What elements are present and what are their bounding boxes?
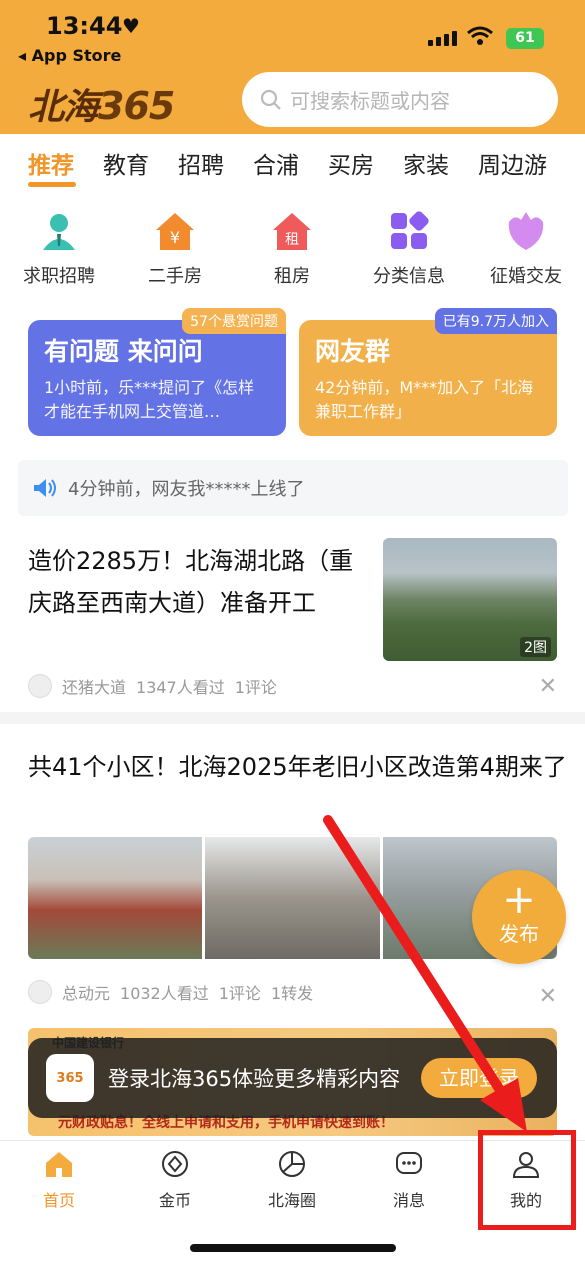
divider	[0, 712, 585, 724]
house-yuan-icon: ¥	[154, 210, 196, 252]
job-person-icon	[38, 210, 80, 252]
shortcut-label: 分类信息	[373, 266, 445, 287]
speaker-icon	[34, 479, 56, 497]
share-count: 1转发	[270, 984, 314, 1003]
heart-flower-icon	[505, 210, 547, 252]
netizen-group-card[interactable]: 已有9.7万人加入 网友群 42分钟前，M***加入了「北海兼职工作群」	[299, 308, 557, 436]
app-icon: 365	[46, 1054, 94, 1102]
home-indicator	[190, 1244, 396, 1252]
back-to-app-store[interactable]: ◂ App Store	[18, 46, 121, 65]
article-meta: 还猪大道 1347人看过 1评论	[28, 674, 277, 698]
status-time: 13:44	[46, 12, 123, 40]
tab-nearby-travel[interactable]: 周边游	[478, 146, 547, 180]
author-name: 总动元	[62, 984, 111, 1003]
article-image	[28, 837, 203, 959]
login-prompt-bar: 365 登录北海365体验更多精彩内容 立即登录	[28, 1038, 557, 1118]
article-image	[205, 837, 380, 959]
tab-hepu[interactable]: 合浦	[253, 146, 299, 180]
article-meta: 总动元 1032人看过 1评论 1转发	[28, 980, 313, 1004]
yuan-glyph: ¥	[170, 228, 180, 247]
search-icon	[260, 89, 281, 110]
tabbar-messages[interactable]: 消息	[354, 1149, 464, 1211]
publish-label: 发布	[499, 922, 539, 946]
active-tab-underline	[28, 182, 76, 187]
logo-number: 365	[98, 84, 175, 128]
ask-question-card[interactable]: 57个悬赏问题 有问题 来问问 1小时前，乐***提问了《怎样才能在手机网上交管…	[28, 308, 286, 436]
logo-text: 北海	[28, 87, 99, 128]
shortcut-second-hand-house[interactable]: ¥ 二手房	[120, 210, 230, 288]
card-description: 1小时前，乐***提问了《怎样才能在手机网上交管道…	[44, 378, 255, 421]
shortcut-label: 二手房	[148, 266, 202, 287]
search-input[interactable]: 可搜索标题或内容	[242, 72, 558, 127]
tabbar-beihai-circle[interactable]: 北海圈	[237, 1149, 347, 1211]
home-icon	[46, 1152, 72, 1177]
app-logo: 北海365	[28, 78, 175, 130]
notice-text: 4分钟前，网友我*****上线了	[68, 479, 305, 500]
tab-home-decor[interactable]: 家装	[403, 146, 449, 180]
tabbar-label: 消息	[392, 1191, 425, 1210]
card-title: 有问题 来问问	[44, 337, 203, 366]
online-notice: 4分钟前，网友我*****上线了	[18, 460, 568, 516]
shortcut-job[interactable]: 求职招聘	[4, 210, 114, 288]
app-icon-text: 365	[56, 1070, 84, 1086]
article-title[interactable]: 共41个小区！北海2025年老旧小区改造第4期来了	[28, 746, 568, 788]
dismiss-icon[interactable]: ✕	[539, 984, 557, 1009]
shortcut-classified[interactable]: 分类信息	[354, 210, 464, 288]
dismiss-icon[interactable]: ✕	[539, 674, 557, 699]
login-now-button[interactable]: 立即登录	[421, 1058, 537, 1098]
rent-glyph: 租	[285, 232, 299, 248]
author-name: 还猪大道	[62, 678, 127, 697]
tabbar-coins[interactable]: 金币	[120, 1149, 230, 1211]
search-placeholder: 可搜索标题或内容	[290, 89, 450, 113]
view-count: 1032人看过	[120, 984, 209, 1003]
view-count: 1347人看过	[136, 678, 225, 697]
tab-education[interactable]: 教育	[103, 146, 149, 180]
tabbar-home[interactable]: 首页	[4, 1149, 114, 1211]
avatar	[28, 980, 52, 1004]
reward-questions-badge: 57个悬赏问题	[182, 308, 286, 334]
house-rent-icon: 租	[271, 210, 313, 252]
login-prompt-text: 登录北海365体验更多精彩内容	[108, 1067, 401, 1091]
coin-icon	[162, 1151, 188, 1177]
card-description: 42分钟前，M***加入了「北海兼职工作群」	[315, 378, 534, 421]
tabbar-label: 北海圈	[267, 1191, 316, 1210]
article-title[interactable]: 造价2285万！北海湖北路（重庆路至西南大道）准备开工	[28, 540, 368, 624]
avatar	[28, 674, 52, 698]
back-label: App Store	[31, 46, 122, 65]
publish-button[interactable]: + 发布	[472, 870, 566, 964]
heart-icon: ♥	[122, 14, 140, 38]
tab-recommend[interactable]: 推荐	[28, 146, 74, 180]
shortcut-label: 求职招聘	[23, 266, 95, 287]
shortcut-dating[interactable]: 征婚交友	[471, 210, 581, 288]
tab-recruitment[interactable]: 招聘	[178, 146, 224, 180]
category-grid-icon	[388, 210, 430, 252]
image-count-badge: 2图	[520, 637, 551, 657]
comment-count: 1评论	[234, 678, 277, 697]
article-thumbnail[interactable]: 2图	[383, 538, 557, 661]
wifi-icon	[467, 26, 493, 45]
shortcut-label: 租房	[274, 266, 310, 287]
tab-buy-house[interactable]: 买房	[328, 146, 374, 180]
tabbar-label: 金币	[158, 1191, 191, 1210]
circle-community-icon	[279, 1151, 305, 1177]
group-members-badge: 已有9.7万人加入	[434, 308, 557, 334]
shortcut-label: 征婚交友	[490, 266, 562, 287]
tabbar-label: 首页	[42, 1191, 75, 1210]
annotation-highlight-box	[478, 1130, 576, 1230]
category-tabs: 推荐 教育 招聘 合浦 买房 家装 周边游	[0, 146, 585, 190]
comment-count: 1评论	[218, 984, 261, 1003]
battery-indicator: 61	[506, 28, 544, 49]
shortcut-rent[interactable]: 租 租房	[237, 210, 347, 288]
message-icon	[396, 1152, 422, 1174]
plus-icon: +	[502, 877, 536, 923]
card-title: 网友群	[315, 337, 391, 366]
app-header: 13:44 ♥ ◂ App Store 61 北海365 可搜索标题或内容	[0, 0, 585, 134]
signal-icon	[428, 30, 460, 46]
